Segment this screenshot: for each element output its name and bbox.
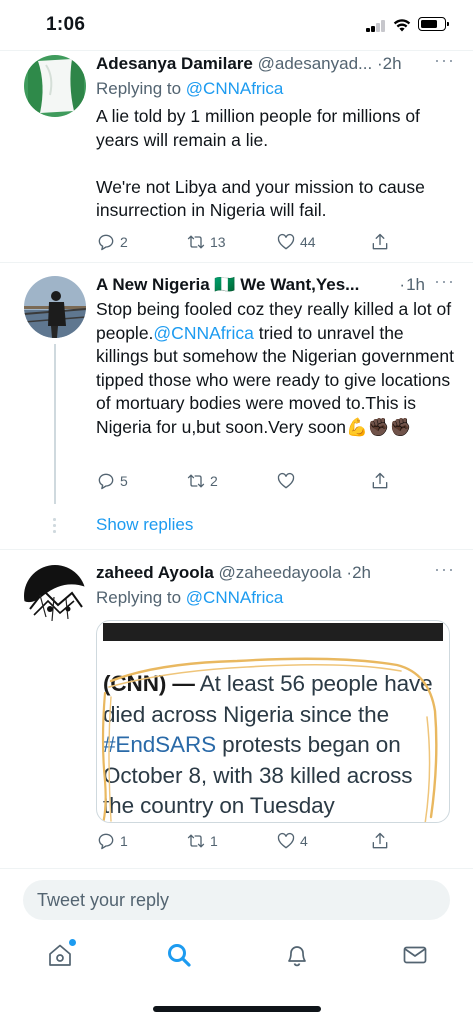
username[interactable]: @adesanyad... — [258, 54, 373, 73]
replying-to: Replying to @CNNAfrica — [96, 77, 455, 101]
reply-button[interactable]: 1 — [96, 830, 128, 852]
tweet-text: Stop being fooled coz they really killed… — [96, 298, 455, 439]
heart-icon — [277, 832, 295, 849]
tweet-actions: 1 1 4 — [96, 830, 396, 852]
new-content-dot — [69, 939, 76, 946]
retweet-icon — [187, 474, 205, 488]
cellular-signal-icon — [366, 20, 386, 32]
like-count: 44 — [300, 234, 316, 250]
status-time: 1:06 — [46, 14, 86, 35]
username[interactable]: @zaheedayoola — [219, 563, 342, 582]
home-indicator — [153, 1006, 321, 1012]
like-count: 4 — [300, 833, 308, 849]
divider — [0, 262, 473, 263]
image-header-strip — [103, 623, 443, 641]
tab-home[interactable] — [46, 939, 76, 969]
wifi-icon — [393, 18, 411, 32]
notifications-icon — [288, 946, 306, 967]
retweet-icon — [187, 235, 205, 249]
mention-link[interactable]: @CNNAfrica — [153, 323, 253, 343]
tweet-image[interactable]: (CNN) — At least 56 people have died acr… — [96, 620, 450, 823]
replying-prefix: Replying to — [96, 79, 186, 98]
like-button[interactable] — [276, 470, 300, 492]
retweet-count: 13 — [210, 234, 226, 250]
retweet-icon — [187, 834, 205, 848]
display-name[interactable]: A New Nigeria 🇳🇬 We Want,Yes... — [96, 275, 359, 294]
reply-icon — [98, 473, 114, 490]
more-options-icon[interactable]: ··· — [434, 562, 455, 580]
image-caption-text: (CNN) — At least 56 people have died acr… — [103, 669, 443, 822]
replying-to: Replying to @CNNAfrica — [96, 586, 455, 610]
reply-count: 1 — [120, 833, 128, 849]
retweet-button[interactable]: 1 — [186, 830, 218, 852]
retweet-count: 1 — [210, 833, 218, 849]
reply-icon — [98, 833, 114, 850]
tweet-text: A lie told by 1 million people for milli… — [96, 106, 425, 220]
mention-link[interactable]: @CNNAfrica — [186, 79, 284, 98]
battery-icon — [418, 17, 449, 31]
tweet-reply-input[interactable]: Tweet your reply — [23, 880, 450, 920]
display-name[interactable]: zaheed Ayoola — [96, 563, 214, 582]
divider — [0, 549, 473, 550]
more-options-icon[interactable]: ··· — [434, 53, 455, 71]
tweet-header: zaheed Ayoola @zaheedayoola ·2h ··· — [96, 562, 455, 584]
bottom-tab-bar — [0, 935, 473, 985]
retweet-count: 2 — [210, 473, 218, 489]
search-icon — [168, 944, 191, 967]
tab-search[interactable] — [165, 941, 193, 969]
tweet-header: Adesanya Damilare @adesanyad... ·2h ··· — [96, 53, 455, 75]
thread-continuation-dots — [52, 518, 56, 534]
timestamp[interactable]: 1h — [406, 274, 425, 296]
mention-link[interactable]: @CNNAfrica — [186, 588, 284, 607]
tab-messages[interactable] — [401, 941, 429, 969]
more-options-icon[interactable]: ··· — [434, 274, 455, 292]
avatar[interactable] — [24, 565, 86, 627]
heart-icon — [277, 472, 295, 489]
divider — [0, 868, 473, 869]
tweet-header: A New Nigeria 🇳🇬 We Want,Yes... · 1h ··· — [96, 274, 455, 296]
like-button[interactable]: 44 — [276, 231, 316, 253]
replying-prefix: Replying to — [96, 588, 186, 607]
status-bar: 1:06 — [0, 0, 473, 48]
share-icon — [372, 832, 388, 849]
reply-button[interactable]: 5 — [96, 470, 128, 492]
thread-line — [54, 344, 56, 504]
reply-count: 5 — [120, 473, 128, 489]
tweet-actions: 5 2 — [96, 470, 396, 492]
share-button[interactable] — [370, 470, 390, 492]
reply-count: 2 — [120, 234, 128, 250]
messages-icon — [403, 946, 427, 964]
separator: · — [393, 274, 405, 296]
share-icon — [372, 233, 388, 250]
retweet-button[interactable]: 2 — [186, 470, 218, 492]
display-name[interactable]: Adesanya Damilare — [96, 54, 253, 73]
like-button[interactable]: 4 — [276, 830, 308, 852]
avatar[interactable] — [24, 276, 86, 338]
show-replies-link[interactable]: Show replies — [96, 515, 193, 535]
timestamp[interactable]: 2h — [383, 54, 402, 73]
reply-icon — [98, 234, 114, 251]
avatar[interactable] — [24, 55, 86, 117]
reply-button[interactable]: 2 — [96, 231, 128, 253]
divider — [0, 50, 473, 51]
share-button[interactable] — [370, 231, 390, 253]
heart-icon — [277, 233, 295, 250]
tweet-actions: 2 13 44 — [96, 231, 396, 253]
image-source: (CNN) — — [103, 671, 195, 696]
share-button[interactable] — [370, 830, 390, 852]
timestamp[interactable]: 2h — [352, 563, 371, 582]
image-hashtag: #EndSARS — [103, 732, 217, 757]
retweet-button[interactable]: 13 — [186, 231, 226, 253]
tab-notifications[interactable] — [283, 941, 311, 969]
share-icon — [372, 472, 388, 489]
